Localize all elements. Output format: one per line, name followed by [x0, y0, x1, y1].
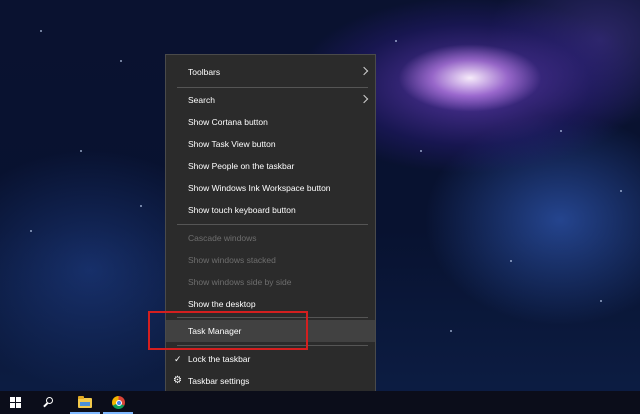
search-icon	[46, 397, 53, 404]
menu-item-label: Show Windows Ink Workspace button	[188, 183, 331, 193]
chevron-right-icon	[359, 94, 369, 104]
start-button[interactable]	[0, 391, 30, 414]
menu-item-show-task-view-button[interactable]: Show Task View button	[166, 133, 375, 155]
menu-item-label: Toolbars	[188, 67, 221, 77]
taskbar[interactable]	[0, 391, 640, 414]
menu-item-cascade-windows: Cascade windows	[166, 227, 375, 249]
menu-item-show-cortana-button[interactable]: Show Cortana button	[166, 111, 375, 133]
menu-separator	[177, 224, 368, 225]
chrome-button[interactable]	[103, 391, 133, 414]
menu-item-label: Show touch keyboard button	[188, 205, 296, 215]
menu-item-show-windows-stacked: Show windows stacked	[166, 249, 375, 271]
gear-icon: ⚙	[173, 375, 182, 386]
menu-item-label: Search	[188, 95, 215, 105]
file-explorer-icon	[78, 396, 92, 408]
menu-item-label: Show Cortana button	[188, 117, 268, 127]
menu-item-label: Cascade windows	[188, 233, 257, 243]
menu-item-label: Show windows side by side	[188, 277, 292, 287]
red-annotation-box	[148, 311, 308, 350]
menu-item-label: Show Task View button	[188, 139, 276, 149]
search-button[interactable]	[33, 391, 63, 414]
menu-item-search[interactable]: Search	[166, 89, 375, 111]
menu-item-taskbar-settings[interactable]: ⚙ Taskbar settings	[166, 370, 375, 392]
menu-item-show-people[interactable]: Show People on the taskbar	[166, 155, 375, 177]
menu-item-label: Lock the taskbar	[188, 354, 251, 364]
menu-item-label: Taskbar settings	[188, 376, 250, 386]
menu-item-show-touch-keyboard[interactable]: Show touch keyboard button	[166, 199, 375, 221]
menu-item-lock-the-taskbar[interactable]: ✓ Lock the taskbar	[166, 348, 375, 370]
menu-item-show-windows-side-by-side: Show windows side by side	[166, 271, 375, 293]
windows-start-icon	[10, 397, 21, 408]
file-explorer-button[interactable]	[70, 391, 100, 414]
menu-separator	[177, 87, 368, 88]
menu-item-show-windows-ink-workspace[interactable]: Show Windows Ink Workspace button	[166, 177, 375, 199]
chrome-icon	[112, 396, 125, 409]
chevron-right-icon	[359, 66, 369, 76]
checkmark-icon: ✓	[174, 354, 182, 364]
menu-item-label: Show windows stacked	[188, 255, 276, 265]
menu-item-label: Show People on the taskbar	[188, 161, 295, 171]
menu-item-toolbars[interactable]: Toolbars	[166, 61, 375, 83]
